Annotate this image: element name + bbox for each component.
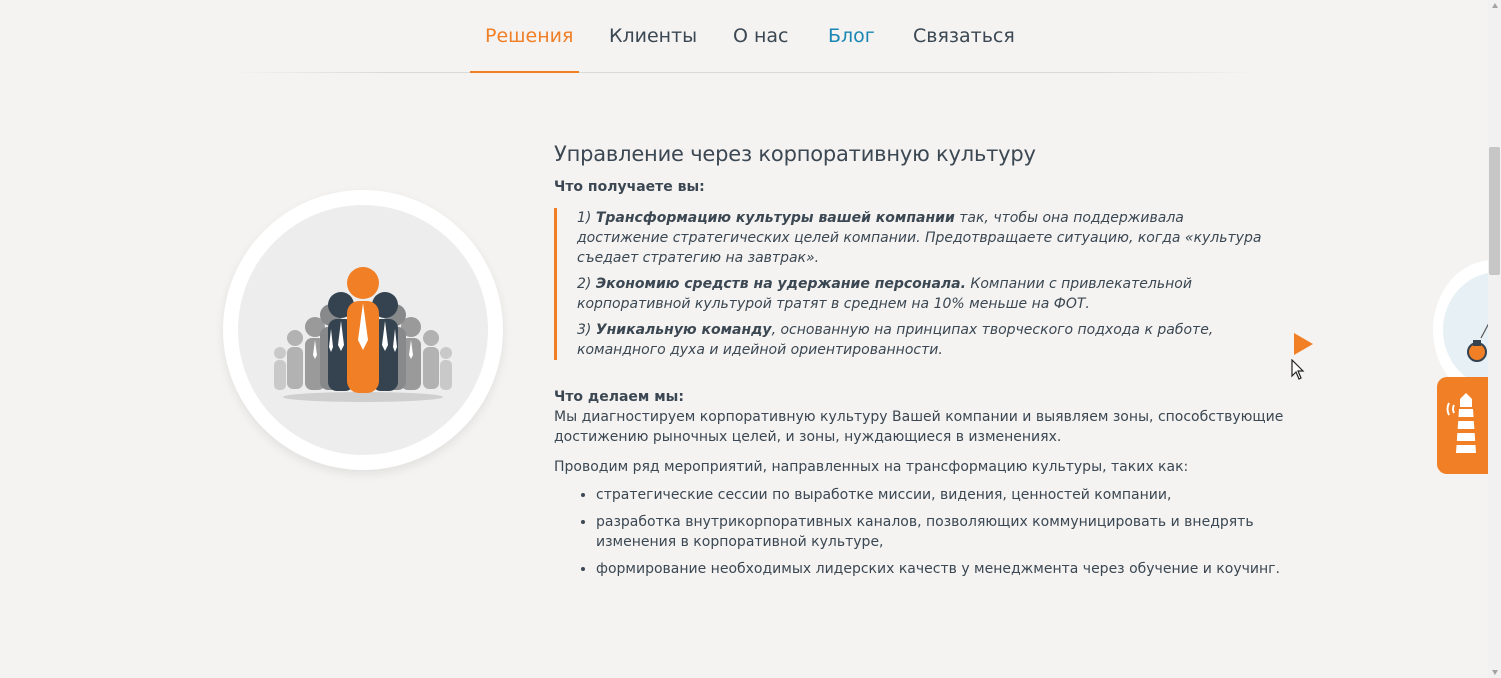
nav-item-clients[interactable]: Клиенты (609, 24, 697, 48)
lighthouse-widget-button[interactable] (1437, 377, 1489, 474)
benefit-item: 1) Трансформацию культуры вашей компании… (577, 208, 1277, 268)
events-list: стратегические сессии по выработке мисси… (554, 485, 1284, 579)
section-content: Управление через корпоративную культуру … (554, 140, 1284, 586)
top-navigation: Решения Клиенты О нас Блог Связаться (0, 0, 1488, 73)
nav-item-blog[interactable]: Блог (828, 24, 875, 48)
actions-heading: Что делаем мы: (554, 389, 684, 405)
list-item: разработка внутрикорпоративных каналов, … (596, 512, 1284, 552)
nav-divider (230, 72, 1260, 73)
nav-item-contact[interactable]: Связаться (913, 24, 1015, 48)
benefits-quote: 1) Трансформацию культуры вашей компании… (554, 208, 1277, 360)
scroll-up-icon[interactable] (1492, 3, 1498, 8)
scrollbar-thumb[interactable] (1489, 147, 1500, 275)
benefit-bold: Трансформацию культуры вашей компании (595, 210, 955, 226)
benefit-item: 3) Уникальную команду, основанную на при… (577, 320, 1277, 360)
benefit-bold: Экономию средств на удержание персонала. (595, 276, 966, 292)
nav-item-about[interactable]: О нас (733, 24, 789, 48)
benefit-number: 3) (577, 322, 592, 338)
team-illustration-frame (223, 190, 503, 470)
team-people-icon (274, 267, 452, 402)
lighthouse-icon (1446, 393, 1477, 453)
benefit-item: 2) Экономию средств на удержание персона… (577, 274, 1277, 314)
nav-item-solutions[interactable]: Решения (485, 24, 573, 48)
section-title: Управление через корпоративную культуру (554, 142, 1036, 166)
benefit-number: 1) (577, 210, 592, 226)
play-arrow-icon[interactable] (1294, 333, 1313, 355)
list-item: стратегические сессии по выработке мисси… (596, 485, 1284, 505)
list-item: формирование необходимых лидерских качес… (596, 559, 1284, 579)
events-intro: Проводим ряд мероприятий, направленных н… (554, 459, 1189, 475)
benefit-bold: Уникальную команду (595, 322, 772, 338)
nav-active-indicator (470, 71, 579, 73)
scroll-down-icon[interactable] (1492, 670, 1498, 675)
team-illustration-background (238, 205, 488, 455)
benefits-heading: Что получаете вы: (554, 179, 705, 195)
scrollbar[interactable] (1488, 0, 1501, 678)
benefit-number: 2) (577, 276, 592, 292)
actions-text: Мы диагностируем корпоративную культуру … (554, 409, 1284, 445)
mouse-cursor-icon (1291, 359, 1305, 380)
